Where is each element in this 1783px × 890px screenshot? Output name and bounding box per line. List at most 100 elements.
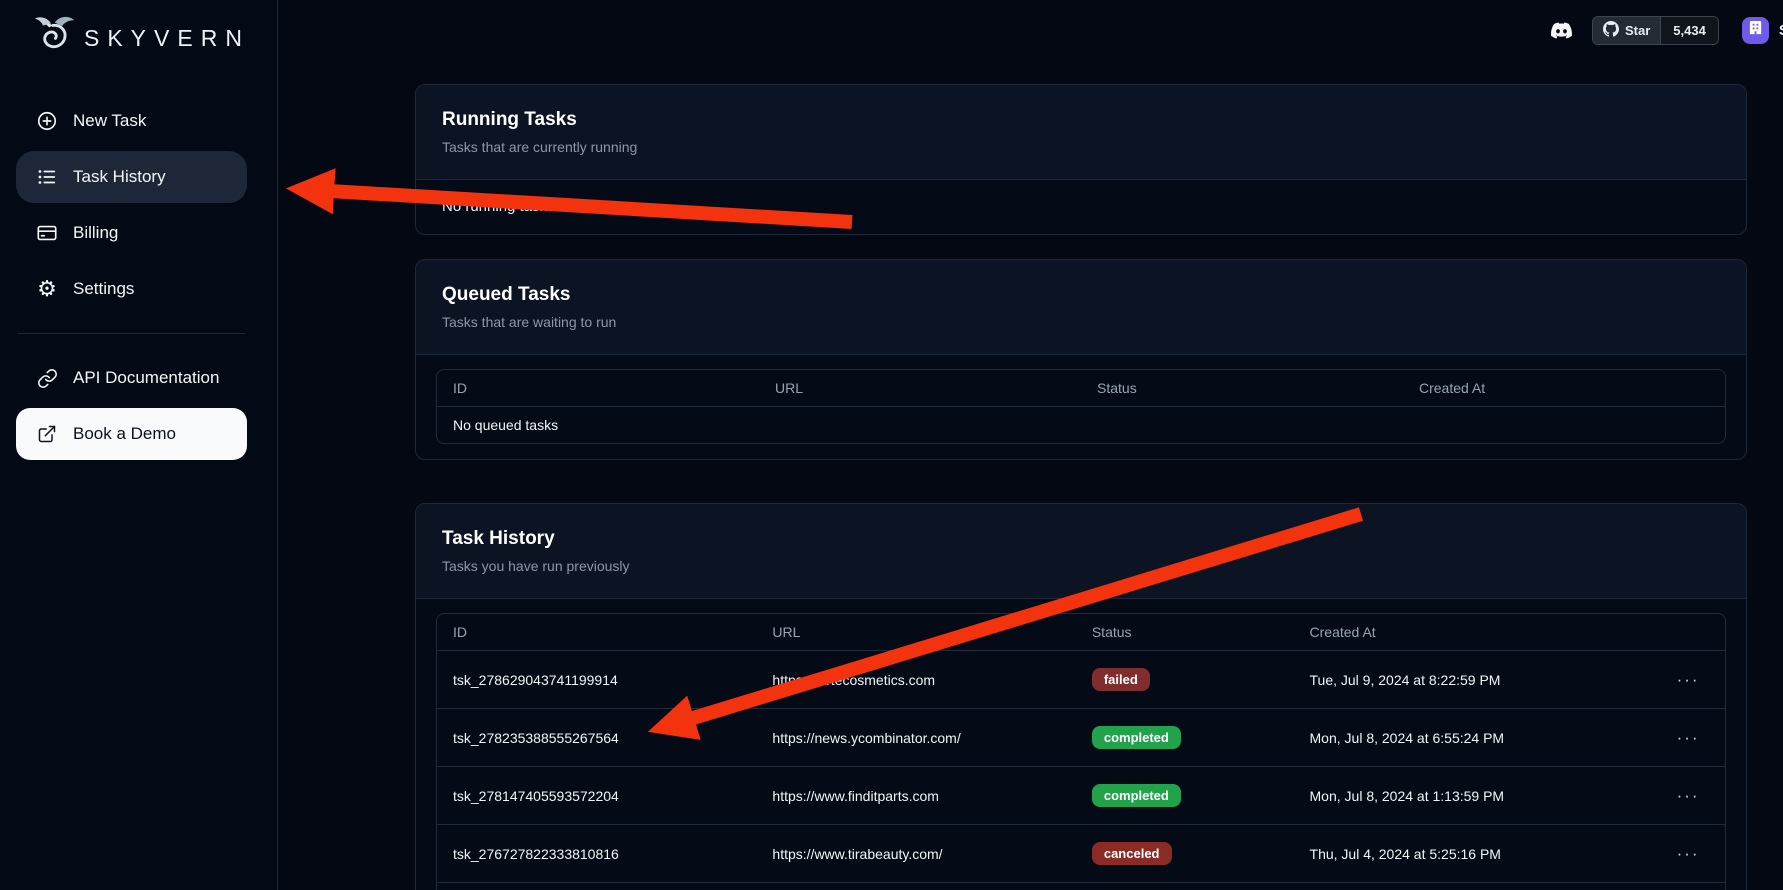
sidebar-nav: New Task Task History Billing ⚙ Settings… [16,95,247,460]
row-actions-button[interactable]: ··· [1677,673,1700,687]
task-actions-cell: ··· [1661,767,1725,825]
task-status-cell: completed [1076,883,1294,890]
queued-tasks-card: Queued Tasks Tasks that are waiting to r… [415,259,1747,460]
running-tasks-empty-text: No running tasks [416,180,1746,234]
sidebar-item-label: API Documentation [73,368,219,388]
plus-circle-icon [36,110,58,132]
sidebar-item-book-a-demo[interactable]: Book a Demo [16,408,247,460]
column-header-created-at: Created At [1403,370,1725,407]
task-created-cell: Thu, Jul 4, 2024 at 5:25:16 PM [1294,825,1661,883]
queued-tasks-empty-text: No queued tasks [437,407,1725,444]
running-tasks-card: Running Tasks Tasks that are currently r… [415,84,1747,235]
card-title: Task History [442,528,1720,550]
card-title: Running Tasks [442,109,1720,131]
column-header-id: ID [437,614,756,651]
brand[interactable]: SKYVERN [16,8,247,66]
task-created-cell: Mon, Jul 8, 2024 at 1:13:59 PM [1294,767,1661,825]
external-link-icon [36,423,58,445]
topbar: Star 5,434 Skyvern [1548,15,1783,45]
table-row[interactable]: tsk_274180139292204058 https://www.geico… [437,883,1725,890]
task-id-cell: tsk_276727822333810816 [437,825,756,883]
brand-name: SKYVERN [84,25,250,52]
link-icon [36,367,58,389]
task-id-cell: tsk_278629043741199914 [437,651,756,709]
task-url-cell: https://www.finditparts.com [756,767,1075,825]
empty-row: No queued tasks [437,407,1725,444]
task-actions-cell: ··· [1661,883,1725,890]
card-subtitle: Tasks that are currently running [442,139,1720,155]
status-badge: failed [1092,668,1150,691]
sidebar-item-label: Billing [73,223,118,243]
row-actions-button[interactable]: ··· [1677,847,1700,861]
sidebar-item-label: Task History [73,167,166,187]
sidebar-divider [18,333,245,334]
task-history-card: Task History Tasks you have run previous… [415,503,1747,890]
task-actions-cell: ··· [1661,709,1725,767]
sidebar-item-task-history[interactable]: Task History [16,151,247,203]
sidebar: SKYVERN New Task Task History Billing ⚙ … [0,0,278,890]
task-id-cell: tsk_278147405593572204 [437,767,756,825]
sidebar-item-settings[interactable]: ⚙ Settings [16,263,247,315]
card-subtitle: Tasks that are waiting to run [442,314,1720,330]
column-header-url: URL [756,614,1075,651]
task-created-cell: Mon, Jul 8, 2024 at 6:55:24 PM [1294,709,1661,767]
avatar[interactable] [1742,17,1769,44]
task-history-tbody: tsk_278629043741199914 https://tartecosm… [437,651,1725,890]
task-history-table: ID URL Status Created At tsk_27862904374… [436,613,1726,890]
task-actions-cell: ··· [1661,825,1725,883]
column-header-status: Status [1076,614,1294,651]
task-url-cell: https://tartecosmetics.com [756,651,1075,709]
column-header-actions [1661,614,1725,651]
row-actions-button[interactable]: ··· [1677,789,1700,803]
table-row[interactable]: tsk_278629043741199914 https://tartecosm… [437,651,1725,709]
task-status-cell: completed [1076,767,1294,825]
card-title: Queued Tasks [442,284,1720,306]
task-status-cell: completed [1076,709,1294,767]
credit-card-icon [36,222,58,244]
sidebar-item-new-task[interactable]: New Task [16,95,247,147]
list-icon [36,166,58,188]
column-header-created-at: Created At [1294,614,1661,651]
sidebar-item-billing[interactable]: Billing [16,207,247,259]
organization-icon [1748,20,1763,40]
queued-tasks-header: Queued Tasks Tasks that are waiting to r… [416,260,1746,355]
discord-icon[interactable] [1548,17,1575,44]
github-star-label: Star [1625,23,1650,38]
task-actions-cell: ··· [1661,651,1725,709]
table-row[interactable]: tsk_276727822333810816 https://www.tirab… [437,825,1725,883]
github-star-widget[interactable]: Star 5,434 [1592,16,1719,45]
task-history-header: Task History Tasks you have run previous… [416,504,1746,599]
table-header-row: ID URL Status Created At [437,370,1725,407]
sidebar-item-api-documentation[interactable]: API Documentation [16,352,247,404]
task-url-cell: https://www.geico.com [756,883,1075,890]
status-badge: canceled [1092,842,1172,865]
task-id-cell: tsk_278235388555267564 [437,709,756,767]
task-status-cell: canceled [1076,825,1294,883]
column-header-url: URL [759,370,1081,407]
task-url-cell: https://news.ycombinator.com/ [756,709,1075,767]
queued-tasks-table: ID URL Status Created At No queued tasks [436,369,1726,444]
running-tasks-header: Running Tasks Tasks that are currently r… [416,85,1746,180]
task-created-cell: Thu, Jun 27, 2024 at 8:38:58 PM [1294,883,1661,890]
column-header-status: Status [1081,370,1403,407]
task-url-cell: https://www.tirabeauty.com/ [756,825,1075,883]
task-status-cell: failed [1076,651,1294,709]
card-subtitle: Tasks you have run previously [442,558,1720,574]
sidebar-item-label: Settings [73,279,134,299]
sidebar-item-label: Book a Demo [73,424,176,444]
github-star-count: 5,434 [1660,17,1718,44]
account-name[interactable]: Skyvern [1779,22,1783,39]
skyvern-logo-icon [30,12,76,65]
column-header-id: ID [437,370,759,407]
status-badge: completed [1092,726,1181,749]
task-created-cell: Tue, Jul 9, 2024 at 8:22:59 PM [1294,651,1661,709]
github-icon [1603,21,1619,40]
table-row[interactable]: tsk_278147405593572204 https://www.findi… [437,767,1725,825]
sidebar-item-label: New Task [73,111,146,131]
row-actions-button[interactable]: ··· [1677,731,1700,745]
table-row[interactable]: tsk_278235388555267564 https://news.ycom… [437,709,1725,767]
table-header-row: ID URL Status Created At [437,614,1725,651]
status-badge: completed [1092,784,1181,807]
task-id-cell: tsk_274180139292204058 [437,883,756,890]
gear-icon: ⚙ [36,278,58,300]
